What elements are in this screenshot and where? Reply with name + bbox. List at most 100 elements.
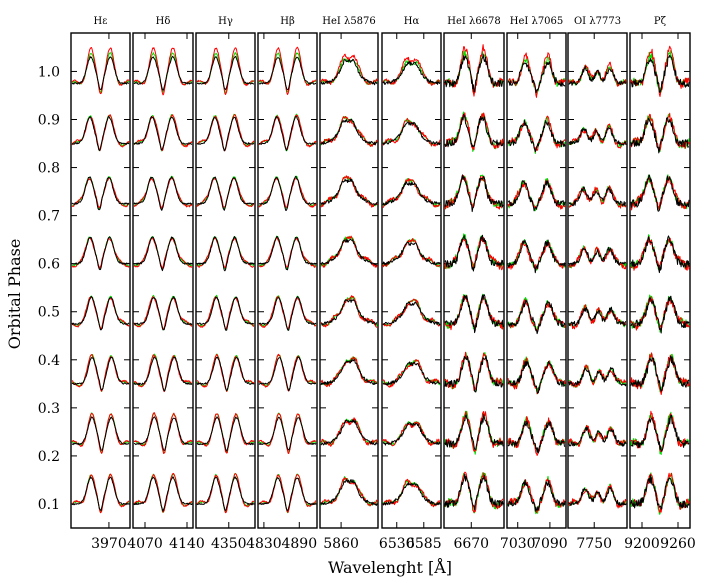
model-a-spectrum xyxy=(196,47,255,95)
panel-title: Hα xyxy=(404,16,420,27)
panel-title: HeI λ6678 xyxy=(447,16,501,27)
model-b-spectrum xyxy=(71,236,130,270)
spectral-figure: Hε3970Hδ4070 4140Hγ4350Hβ4830 4890HeI λ587… xyxy=(5,16,696,577)
model-b-spectrum xyxy=(444,233,504,270)
panel-title: HeI λ7065 xyxy=(510,16,564,27)
observed-spectrum xyxy=(321,238,378,266)
model-b-spectrum xyxy=(258,473,317,514)
x-tick-label: 4830 xyxy=(246,536,282,552)
y-tick-label: 0.6 xyxy=(38,257,60,273)
model-a-spectrum xyxy=(568,484,627,509)
panel-title: Hε xyxy=(94,16,108,27)
model-a-spectrum xyxy=(258,296,317,330)
observed-spectrum xyxy=(507,61,566,94)
x-tick-label: 5860 xyxy=(323,536,359,552)
x-tick-label: 4890 xyxy=(281,536,317,552)
x-tick-label: 4140 xyxy=(169,536,205,552)
observed-spectrum xyxy=(507,479,566,512)
observed-spectrum xyxy=(382,241,441,266)
model-b-spectrum xyxy=(507,297,566,331)
observed-spectrum xyxy=(320,118,378,146)
observed-spectrum xyxy=(444,113,504,148)
model-a-spectrum xyxy=(196,473,255,514)
observed-spectrum xyxy=(259,236,317,271)
model-a-spectrum xyxy=(258,177,317,208)
observed-spectrum xyxy=(568,127,627,146)
model-b-spectrum xyxy=(197,472,254,513)
panel-frame xyxy=(567,32,628,529)
panel-frame xyxy=(195,32,256,529)
spectrum-panel: Pζ 9200 9260 xyxy=(624,16,696,552)
panel-frame xyxy=(381,32,442,529)
model-a-spectrum xyxy=(133,472,193,513)
y-axis-label: Orbital Phase xyxy=(5,239,24,350)
y-tick-label: 0.9 xyxy=(38,113,60,129)
x-axis-label: Wavelenght [Å] xyxy=(328,557,452,577)
model-a-spectrum xyxy=(196,114,255,152)
model-a-spectrum xyxy=(196,296,254,330)
observed-spectrum xyxy=(630,117,690,154)
observed-spectrum xyxy=(196,296,255,331)
model-a-spectrum xyxy=(568,123,627,149)
model-a-spectrum xyxy=(133,296,193,330)
model-a-spectrum xyxy=(258,46,317,95)
x-tick-label: 9260 xyxy=(660,536,696,552)
x-tick-label: 7750 xyxy=(576,536,612,552)
spectrum-panel: HeI λ5876 5860 xyxy=(319,16,379,552)
model-a-spectrum xyxy=(196,177,255,208)
observed-spectrum xyxy=(444,53,504,93)
panel-frame xyxy=(257,32,318,529)
observed-spectrum xyxy=(630,235,690,274)
x-tick-label: 7090 xyxy=(532,536,568,552)
model-a-spectrum xyxy=(133,114,193,151)
observed-spectrum xyxy=(71,236,130,271)
spectrum-panel: Hε 3970 xyxy=(70,16,131,552)
observed-spectrum xyxy=(71,296,130,331)
model-b-spectrum xyxy=(258,235,317,270)
y-tick-label: 0.8 xyxy=(38,161,60,177)
panel-title: Hβ xyxy=(280,16,295,27)
x-tick-label: 9200 xyxy=(624,536,660,552)
observed-spectrum xyxy=(568,486,627,506)
y-tick-label: 0.3 xyxy=(38,401,60,417)
model-a-spectrum xyxy=(71,237,130,269)
observed-spectrum xyxy=(133,296,193,331)
y-tick-label: 0.5 xyxy=(38,305,60,321)
y-tick-label: 0.2 xyxy=(38,449,60,465)
y-tick-label: 0.4 xyxy=(38,353,60,369)
observed-spectrum xyxy=(382,121,441,146)
observed-spectrum xyxy=(133,176,193,211)
panel-title: HeI λ5876 xyxy=(322,16,376,27)
model-a-spectrum xyxy=(320,53,378,85)
model-a-spectrum xyxy=(71,473,130,514)
observed-spectrum xyxy=(630,474,690,510)
spectrum-panel: OI λ7773 7750 xyxy=(567,16,628,552)
x-tick-label: 6585 xyxy=(406,536,442,552)
y-tick-label: 1.0 xyxy=(38,64,60,80)
model-b-spectrum xyxy=(258,113,317,152)
panel-title: Pζ xyxy=(654,16,667,27)
model-a-spectrum xyxy=(258,474,317,513)
model-a-spectrum xyxy=(507,240,566,270)
model-b-spectrum xyxy=(507,56,566,95)
observed-spectrum xyxy=(320,58,378,86)
x-tick-label: 6670 xyxy=(453,536,489,552)
observed-spectrum xyxy=(320,178,378,206)
model-b-spectrum xyxy=(134,52,192,93)
x-tick-label: 4350 xyxy=(211,536,247,552)
panel-title: Hγ xyxy=(218,16,233,27)
observed-spectrum xyxy=(196,176,255,211)
model-b-spectrum xyxy=(71,52,130,93)
panel-frame xyxy=(319,32,379,529)
observed-spectrum xyxy=(258,116,317,151)
observed-spectrum xyxy=(444,355,504,393)
observed-spectrum xyxy=(568,366,627,387)
observed-spectrum xyxy=(133,55,193,91)
model-b-spectrum xyxy=(258,52,317,93)
observed-spectrum xyxy=(630,174,690,212)
model-b-spectrum xyxy=(196,52,255,94)
model-a-spectrum xyxy=(568,304,627,330)
observed-spectrum xyxy=(444,414,504,450)
panel-title: OI λ7773 xyxy=(574,16,621,27)
panel-frame xyxy=(132,32,194,529)
